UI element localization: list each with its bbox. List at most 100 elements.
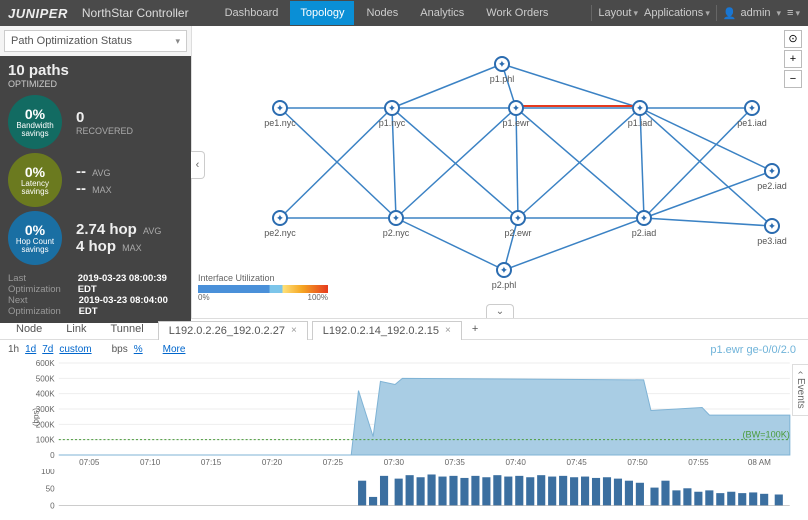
chart-panel: 1h 1d 7d custom bps % More p1.ewr ge-0/0… bbox=[0, 340, 808, 513]
traffic-chart[interactable]: (BW=100K) 0100K200K300K400K500K600K 07:0… bbox=[8, 357, 800, 467]
chart-more[interactable]: More bbox=[163, 344, 186, 355]
units-bps[interactable]: bps bbox=[112, 344, 128, 355]
svg-text:✦: ✦ bbox=[640, 214, 648, 225]
optimization-stats: 10 paths OPTIMIZED 0% Bandwidth savings … bbox=[0, 56, 191, 269]
range-1h[interactable]: 1h bbox=[8, 344, 19, 355]
svg-text:✦: ✦ bbox=[276, 214, 284, 225]
optimization-times: Last Optimization2019-03-23 08:00:39 EDT… bbox=[0, 269, 191, 323]
svg-text:07:45: 07:45 bbox=[566, 458, 587, 467]
svg-text:07:30: 07:30 bbox=[384, 458, 405, 467]
svg-text:✦: ✦ bbox=[636, 104, 644, 115]
svg-text:p2.iad: p2.iad bbox=[632, 228, 657, 238]
topology-canvas[interactable]: ‹ ✦p1.phl✦pe1.nyc✦p1.nyc✦p1.ewr✦p1.iad✦p… bbox=[192, 26, 808, 318]
map-tools: ⊙ + − bbox=[784, 30, 802, 88]
svg-text:07:05: 07:05 bbox=[79, 458, 100, 467]
svg-text:07:55: 07:55 bbox=[688, 458, 709, 467]
tab-node[interactable]: Node bbox=[6, 320, 52, 338]
svg-text:✦: ✦ bbox=[768, 222, 776, 233]
range-7d[interactable]: 7d bbox=[42, 344, 53, 355]
svg-text:07:50: 07:50 bbox=[627, 458, 648, 467]
hamburger-menu[interactable]: ≡▾ bbox=[787, 7, 800, 19]
tab-link[interactable]: Link bbox=[56, 320, 96, 338]
bar-chart[interactable]: 0 50 100 bbox=[8, 469, 800, 511]
svg-text:100: 100 bbox=[41, 469, 55, 476]
svg-text:07:40: 07:40 bbox=[506, 458, 527, 467]
svg-text:07:25: 07:25 bbox=[323, 458, 344, 467]
expand-panel-button[interactable]: ⌄ bbox=[486, 304, 514, 318]
svg-text:✦: ✦ bbox=[768, 167, 776, 178]
app-title: NorthStar Controller bbox=[82, 6, 189, 20]
close-icon[interactable]: × bbox=[445, 325, 451, 336]
main-nav: Dashboard Topology Nodes Analytics Work … bbox=[215, 1, 559, 25]
sidebar: Path Optimization Status ▾ 10 paths OPTI… bbox=[0, 26, 192, 318]
svg-text:(BW=100K): (BW=100K) bbox=[742, 430, 789, 440]
svg-text:✦: ✦ bbox=[512, 104, 520, 115]
separator bbox=[716, 5, 717, 21]
nav-layout[interactable]: Layout▾ bbox=[598, 7, 638, 19]
map-zoom-out-button[interactable]: − bbox=[784, 70, 802, 88]
main-area: Path Optimization Status ▾ 10 paths OPTI… bbox=[0, 26, 808, 318]
svg-text:✦: ✦ bbox=[514, 214, 522, 225]
bandwidth-donut: 0% Bandwidth savings bbox=[8, 95, 62, 149]
sidebar-dropdown[interactable]: Path Optimization Status ▾ bbox=[4, 30, 187, 52]
svg-text:07:10: 07:10 bbox=[140, 458, 161, 467]
nav-analytics[interactable]: Analytics bbox=[410, 1, 474, 25]
svg-text:p2.nyc: p2.nyc bbox=[383, 228, 410, 238]
svg-text:50: 50 bbox=[46, 484, 56, 493]
chevron-down-icon: ▾ bbox=[705, 8, 710, 18]
svg-text:p1.iad: p1.iad bbox=[628, 118, 653, 128]
paths-status: OPTIMIZED bbox=[8, 79, 183, 89]
hop-metric: 2.74 hop AVG 4 hop MAX bbox=[76, 221, 161, 255]
map-zoom-in-button[interactable]: + bbox=[784, 50, 802, 68]
svg-text:✦: ✦ bbox=[498, 60, 506, 71]
svg-text:✦: ✦ bbox=[392, 214, 400, 225]
nav-applications[interactable]: Applications▾ bbox=[644, 7, 710, 19]
units-pct[interactable]: % bbox=[134, 344, 143, 355]
svg-text:0: 0 bbox=[50, 451, 55, 460]
utilization-legend: Interface Utilization 0%100% bbox=[198, 273, 328, 302]
tab-add-button[interactable]: + bbox=[466, 323, 484, 335]
latency-metric: -- AVG -- MAX bbox=[76, 163, 112, 197]
nav-work-orders[interactable]: Work Orders bbox=[476, 1, 558, 25]
svg-text:500K: 500K bbox=[36, 374, 56, 383]
top-bar: JUNIPER NorthStar Controller Dashboard T… bbox=[0, 0, 808, 26]
nav-topology[interactable]: Topology bbox=[290, 1, 354, 25]
svg-text:p2.phl: p2.phl bbox=[492, 280, 517, 290]
bottom-tabs: Node Link Tunnel L192.0.2.26_192.0.2.27×… bbox=[0, 318, 808, 340]
svg-text:✦: ✦ bbox=[388, 104, 396, 115]
svg-text:600K: 600K bbox=[36, 359, 56, 368]
map-center-button[interactable]: ⊙ bbox=[784, 30, 802, 48]
svg-text:pe1.iad: pe1.iad bbox=[737, 118, 767, 128]
nav-nodes[interactable]: Nodes bbox=[356, 1, 408, 25]
svg-text:p1.ewr: p1.ewr bbox=[502, 118, 529, 128]
chevron-down-icon: ▾ bbox=[777, 8, 782, 19]
svg-text:pe2.nyc: pe2.nyc bbox=[264, 228, 296, 238]
chevron-down-icon: ▾ bbox=[633, 8, 638, 18]
svg-text:07:35: 07:35 bbox=[445, 458, 466, 467]
svg-text:0: 0 bbox=[50, 502, 55, 511]
nav-dashboard[interactable]: Dashboard bbox=[215, 1, 289, 25]
chart-controls: 1h 1d 7d custom bps % More bbox=[8, 344, 800, 355]
svg-text:400K: 400K bbox=[36, 390, 56, 399]
svg-text:✦: ✦ bbox=[748, 104, 756, 115]
close-icon[interactable]: × bbox=[291, 325, 297, 336]
tab-file-0[interactable]: L192.0.2.26_192.0.2.27× bbox=[158, 321, 308, 340]
paths-count: 10 paths bbox=[8, 62, 183, 79]
range-custom[interactable]: custom bbox=[59, 344, 91, 355]
brand-logo: JUNIPER bbox=[8, 6, 68, 21]
svg-text:p1.nyc: p1.nyc bbox=[379, 118, 406, 128]
svg-text:100K: 100K bbox=[36, 436, 56, 445]
tab-file-1[interactable]: L192.0.2.14_192.0.2.15× bbox=[312, 321, 462, 340]
nav-user[interactable]: 👤 admin▾ bbox=[723, 7, 781, 20]
range-1d[interactable]: 1d bbox=[25, 344, 36, 355]
svg-text:✦: ✦ bbox=[276, 104, 284, 115]
svg-text:pe1.nyc: pe1.nyc bbox=[264, 118, 296, 128]
svg-text:pe2.iad: pe2.iad bbox=[757, 181, 787, 191]
y-axis-label: (bps) bbox=[31, 408, 40, 427]
recovered-metric: 0 RECOVERED bbox=[76, 109, 133, 136]
tab-tunnel[interactable]: Tunnel bbox=[100, 320, 153, 338]
separator bbox=[591, 5, 592, 21]
svg-text:pe3.iad: pe3.iad bbox=[757, 236, 787, 246]
svg-text:07:20: 07:20 bbox=[262, 458, 283, 467]
svg-text:✦: ✦ bbox=[500, 266, 508, 277]
